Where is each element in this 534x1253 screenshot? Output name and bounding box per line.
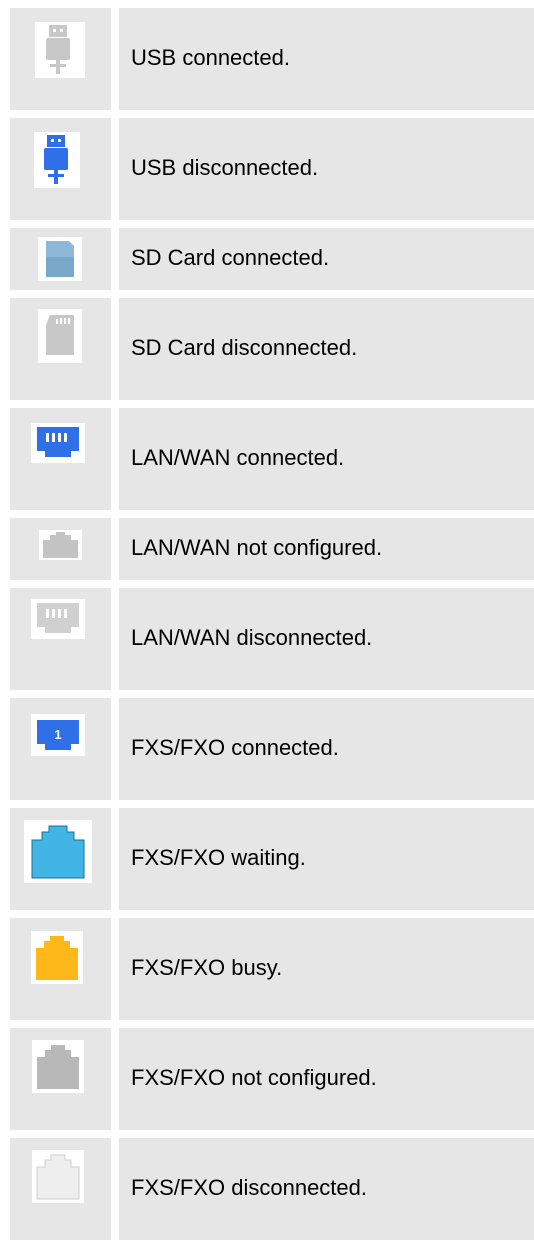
legend-text-cell: USB disconnected. (119, 118, 534, 220)
legend-text-cell: SD Card disconnected. (119, 298, 534, 400)
legend-icon-cell (10, 118, 111, 220)
usb-connected-icon (35, 22, 85, 78)
legend-row: LAN/WAN not configured. (10, 518, 534, 580)
fxs-fxo-disconnected-icon (32, 1150, 84, 1203)
legend-row: FXS/FXO not configured. (10, 1028, 534, 1130)
legend-row: LAN/WAN disconnected. (10, 588, 534, 690)
legend-text-cell: LAN/WAN not configured. (119, 518, 534, 580)
legend-icon-cell (10, 1138, 111, 1240)
legend-label: SD Card connected. (131, 245, 330, 270)
legend-row: SD Card disconnected. (10, 298, 534, 400)
legend-row: 1 FXS/FXO connected. (10, 698, 534, 800)
fxs-fxo-not-configured-icon (32, 1040, 84, 1093)
legend-label: SD Card disconnected. (131, 335, 358, 360)
legend-icon-cell (10, 808, 111, 910)
legend-label: FXS/FXO not configured. (131, 1065, 377, 1090)
legend-label: LAN/WAN disconnected. (131, 625, 373, 650)
legend-label: FXS/FXO waiting. (131, 845, 306, 870)
legend-text-cell: FXS/FXO busy. (119, 918, 534, 1020)
legend-icon-cell (10, 518, 111, 580)
legend-icon-cell (10, 918, 111, 1020)
legend-row: USB connected. (10, 8, 534, 110)
legend-text-cell: FXS/FXO connected. (119, 698, 534, 800)
port-number-badge: 1 (54, 727, 61, 742)
legend-icon-cell (10, 588, 111, 690)
fxs-fxo-busy-icon (31, 931, 83, 984)
legend-row: FXS/FXO waiting. (10, 808, 534, 910)
legend-label: FXS/FXO disconnected. (131, 1175, 367, 1200)
usb-disconnected-icon (34, 132, 80, 188)
legend-text-cell: LAN/WAN connected. (119, 408, 534, 510)
lan-wan-disconnected-icon (31, 599, 85, 639)
legend-icon-cell (10, 408, 111, 510)
legend-text-cell: FXS/FXO disconnected. (119, 1138, 534, 1240)
legend-row: USB disconnected. (10, 118, 534, 220)
legend-label: LAN/WAN not configured. (131, 535, 383, 560)
legend-icon-cell (10, 8, 111, 110)
legend-row: FXS/FXO disconnected. (10, 1138, 534, 1240)
legend-row: LAN/WAN connected. (10, 408, 534, 510)
lan-wan-not-configured-icon (39, 530, 82, 560)
legend-text-cell: USB connected. (119, 8, 534, 110)
lan-wan-connected-icon (31, 423, 85, 463)
legend-icon-cell: 1 (10, 698, 111, 800)
legend-text-cell: LAN/WAN disconnected. (119, 588, 534, 690)
legend-text-cell: FXS/FXO not configured. (119, 1028, 534, 1130)
fxs-fxo-connected-icon: 1 (31, 714, 85, 756)
legend-label: FXS/FXO busy. (131, 955, 283, 980)
legend-row: FXS/FXO busy. (10, 918, 534, 1020)
fxs-fxo-waiting-icon (24, 820, 92, 883)
legend-row: SD Card connected. (10, 228, 534, 290)
legend-text-cell: SD Card connected. (119, 228, 534, 290)
legend-label: FXS/FXO connected. (131, 735, 339, 760)
sd-card-disconnected-icon (38, 309, 82, 363)
legend-icon-cell (10, 1028, 111, 1130)
status-icon-legend: USB connected. USB disconnected. SD Card… (10, 8, 534, 1248)
sd-card-connected-icon (38, 237, 82, 281)
legend-label: LAN/WAN connected. (131, 445, 345, 470)
legend-icon-cell (10, 298, 111, 400)
legend-icon-cell (10, 228, 111, 290)
legend-text-cell: FXS/FXO waiting. (119, 808, 534, 910)
legend-label: USB disconnected. (131, 155, 319, 180)
legend-label: USB connected. (131, 45, 290, 70)
